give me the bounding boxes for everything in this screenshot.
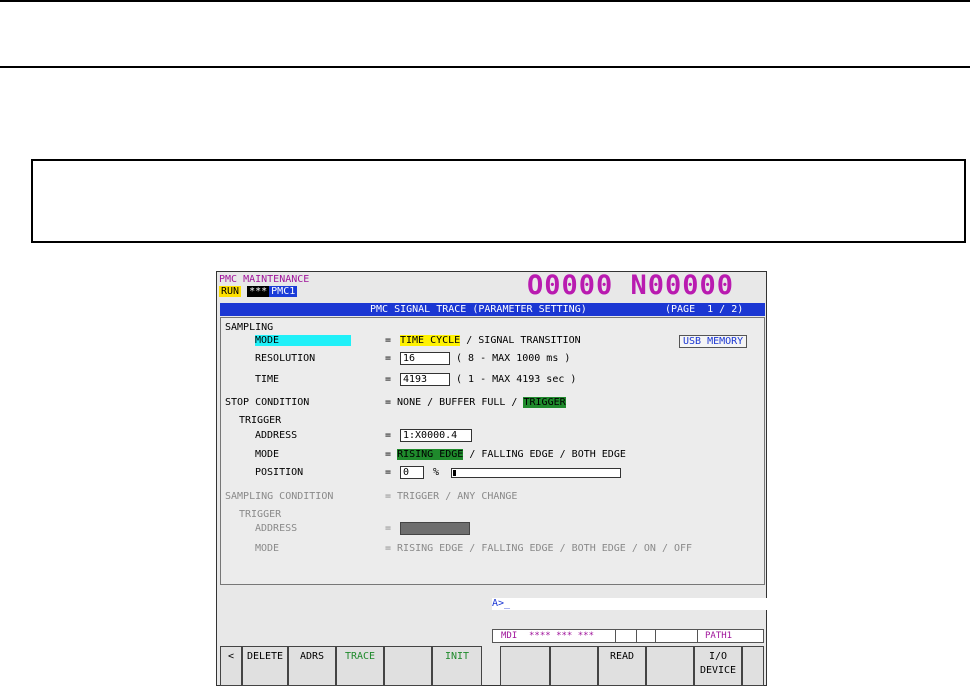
- status-line: MDI **** *** *** PATH1: [492, 629, 764, 643]
- trigger-mode-label: MODE: [255, 449, 280, 460]
- status-divider: [615, 629, 637, 642]
- equals-sign: =: [385, 335, 392, 346]
- equals-sign: =: [385, 523, 392, 534]
- softkey-init[interactable]: INIT: [432, 646, 482, 686]
- softkey-blank[interactable]: [500, 646, 550, 686]
- sampling-mode-label[interactable]: MODE: [255, 335, 351, 346]
- trigger-label: TRIGGER: [239, 415, 282, 426]
- stop-condition-trigger[interactable]: TRIGGER: [523, 397, 566, 408]
- header-rule: [0, 66, 970, 68]
- sampling-section-label: SAMPLING: [225, 322, 274, 333]
- softkey-blank[interactable]: [384, 646, 432, 686]
- page-indicator: (PAGE 1 / 2): [665, 304, 744, 315]
- trigger-position-label: POSITION: [255, 467, 304, 478]
- sampling-condition-options: = TRIGGER / ANY CHANGE: [385, 491, 518, 502]
- equals-sign: =: [385, 353, 392, 364]
- softkey-prev[interactable]: <: [220, 646, 242, 686]
- status-badges: RUN *** PMC1: [219, 286, 298, 297]
- sampling-address-input: [400, 522, 470, 535]
- status-divider: [697, 629, 698, 642]
- position-unit: %: [433, 467, 440, 478]
- trigger-address-label: ADDRESS: [255, 430, 298, 441]
- softkey-trace[interactable]: TRACE: [336, 646, 384, 686]
- top-rule: [0, 0, 970, 2]
- sampling-address-label: ADDRESS: [255, 523, 298, 534]
- softkey-next[interactable]: [742, 646, 764, 686]
- resolution-hint: ( 8 - MAX 1000 ms ): [456, 353, 571, 364]
- sampling-mode-options: = RISING EDGE / FALLING EDGE / BOTH EDGE…: [385, 543, 693, 554]
- status-mode: MDI: [501, 631, 518, 641]
- key-input-prompt[interactable]: A>_: [492, 598, 767, 610]
- time-input[interactable]: 4193: [400, 373, 450, 386]
- resolution-label: RESOLUTION: [255, 353, 316, 364]
- trigger-position-bar[interactable]: [451, 468, 621, 478]
- run-badge: RUN: [219, 286, 242, 297]
- time-hint: ( 1 - MAX 4193 sec ): [456, 374, 577, 385]
- pmc-path-badge: PMC1: [269, 286, 298, 297]
- softkey-blank[interactable]: [646, 646, 694, 686]
- sampling-mode-label: MODE: [255, 543, 280, 554]
- stop-condition-options: = NONE / BUFFER FULL /: [385, 397, 518, 408]
- parameter-panel: SAMPLING USB MEMORY MODE = TIME CYCLE / …: [220, 317, 765, 585]
- cnc-screen: PMC MAINTENANCE RUN *** PMC1 O0000 N00000…: [216, 270, 767, 686]
- equals-sign: =: [385, 430, 392, 441]
- trigger-position-input[interactable]: 0: [400, 466, 424, 479]
- page-title: PMC SIGNAL TRACE (PARAMETER SETTING): [370, 304, 587, 315]
- program-number: O0000 N00000: [527, 270, 735, 301]
- usb-memory-button[interactable]: USB MEMORY: [679, 335, 748, 348]
- resolution-input[interactable]: 16: [400, 352, 450, 365]
- trigger-mode-rising-edge[interactable]: RISING EDGE: [397, 449, 464, 460]
- softkey-blank[interactable]: [550, 646, 598, 686]
- trigger-address-input[interactable]: 1:X0000.4: [400, 429, 472, 442]
- sampling-trigger-label: TRIGGER: [239, 509, 282, 520]
- app-title: PMC MAINTENANCE: [219, 274, 310, 285]
- status-divider: [655, 629, 656, 642]
- trigger-position-marker: [453, 470, 456, 476]
- equals-sign: =: [385, 374, 392, 385]
- stop-condition-label: STOP CONDITION: [225, 397, 310, 408]
- status-stars: **** *** ***: [529, 631, 595, 641]
- equals-sign: =: [385, 467, 392, 478]
- note-box: [31, 159, 966, 243]
- equals-sign: =: [385, 449, 392, 460]
- trigger-mode-other: / FALLING EDGE / BOTH EDGE: [469, 449, 626, 460]
- softkey-io-device[interactable]: I/O DEVICE: [694, 646, 742, 686]
- sampling-mode-other: / SIGNAL TRANSITION: [466, 335, 581, 346]
- time-label: TIME: [255, 374, 280, 385]
- status-path: PATH1: [705, 631, 733, 641]
- softkey-adrs[interactable]: ADRS: [288, 646, 336, 686]
- sampling-mode-time-cycle[interactable]: TIME CYCLE: [400, 335, 461, 346]
- alarm-stars-badge: ***: [247, 286, 270, 297]
- softkey-delete[interactable]: DELETE: [242, 646, 288, 686]
- softkey-read[interactable]: READ: [598, 646, 646, 686]
- sampling-condition-label: SAMPLING CONDITION: [225, 491, 334, 502]
- title-bar: PMC SIGNAL TRACE (PARAMETER SETTING) (PA…: [220, 303, 765, 316]
